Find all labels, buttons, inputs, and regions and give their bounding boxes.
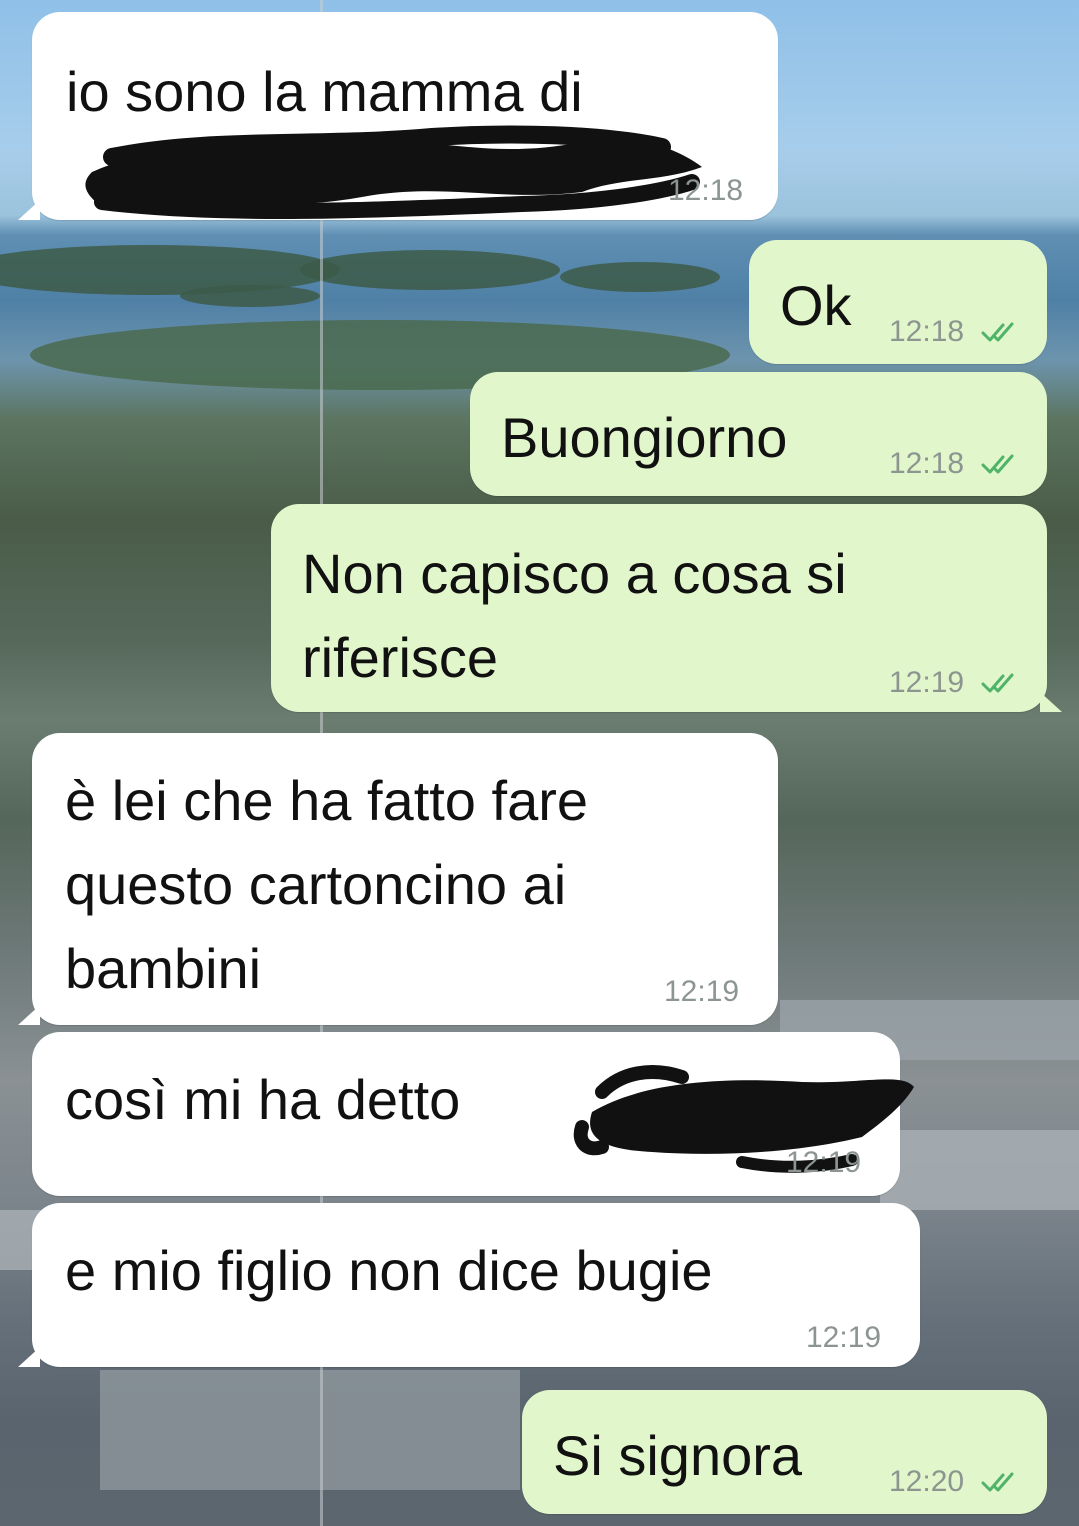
redaction-scribble [573, 1065, 914, 1173]
bubble-tail [18, 200, 40, 220]
message-text: è lei che ha fatto fare questo cartoncin… [65, 769, 589, 1000]
message-text: così mi ha detto [65, 1068, 461, 1131]
message-timestamp: 12:19 [664, 975, 740, 1008]
message-text: Buongiorno [501, 406, 788, 469]
message-bubble-incoming[interactable]: io sono la mamma di 12:18 [32, 12, 778, 220]
message-bubble-outgoing[interactable]: Buongiorno 12:18 [470, 372, 1047, 496]
message-timestamp: 12:19 [806, 1321, 882, 1354]
message-bubble-outgoing[interactable]: Non capisco a cosa si riferisce 12:19 [271, 504, 1047, 712]
message-text: Non capisco a cosa si riferisce [302, 542, 847, 689]
message-timestamp: 12:19 [889, 666, 965, 699]
message-timestamp: 12:20 [889, 1465, 965, 1498]
message-bubble-outgoing[interactable]: Si signora 12:20 [522, 1390, 1047, 1514]
redaction-scribble [85, 125, 702, 219]
message-text: Si signora [553, 1424, 803, 1487]
bubble-tail [18, 1347, 40, 1367]
message-timestamp: 12:18 [889, 447, 965, 480]
bubble-tail [18, 1005, 40, 1025]
message-bubble-incoming[interactable]: è lei che ha fatto fare questo cartoncin… [32, 733, 778, 1025]
read-icon [981, 1472, 1014, 1492]
message-timestamp: 12:18 [668, 174, 744, 207]
message-text: e mio figlio non dice bugie [65, 1239, 713, 1302]
read-icon [981, 322, 1014, 342]
read-icon [981, 454, 1014, 474]
message-bubble-incoming[interactable]: e mio figlio non dice bugie 12:19 [32, 1203, 920, 1367]
message-bubble-incoming[interactable]: così mi ha detto 12:19 [32, 1032, 914, 1196]
read-icon [981, 673, 1014, 693]
message-timestamp: 12:18 [889, 315, 965, 348]
message-bubble-outgoing[interactable]: Ok 12:18 [749, 240, 1047, 364]
bubble-tail [1040, 692, 1062, 712]
message-text: Ok [780, 274, 852, 337]
message-timestamp: 12:19 [786, 1146, 862, 1179]
